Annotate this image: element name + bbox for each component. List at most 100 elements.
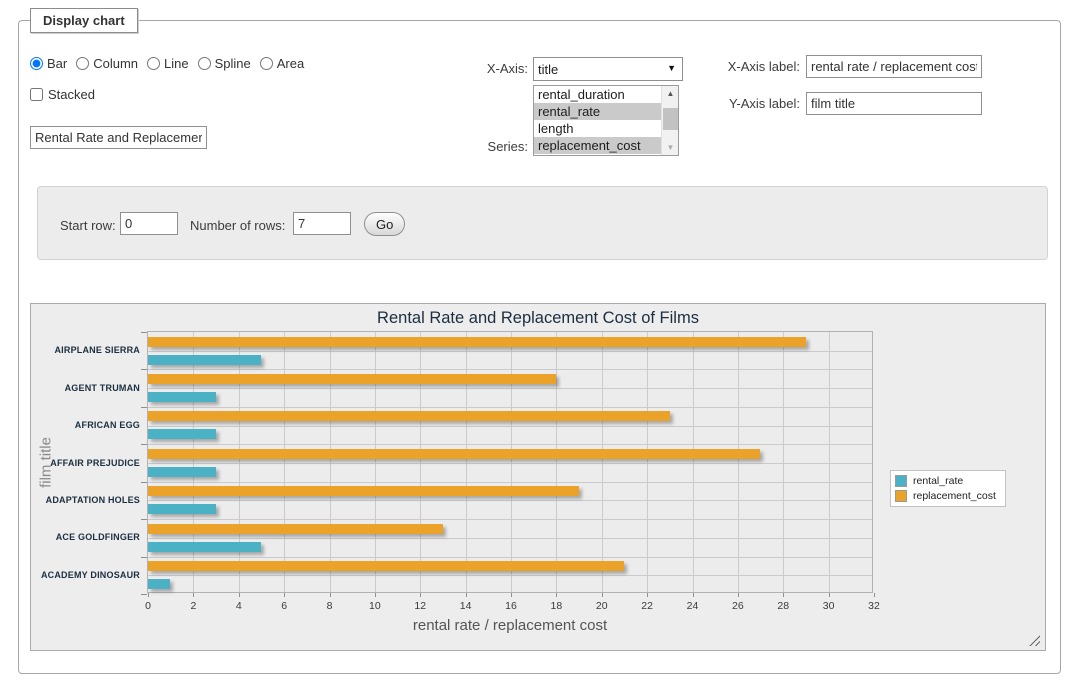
y-axis-label-input[interactable] — [806, 92, 982, 115]
gridline — [738, 332, 739, 592]
x-axis-tick — [284, 593, 285, 597]
bar-replacement_cost — [148, 449, 760, 459]
x-tick-label: 30 — [812, 600, 846, 612]
y-category-label: AGENT TRUMAN — [36, 383, 140, 394]
bar-rental_rate — [148, 467, 216, 477]
x-tick-label: 20 — [585, 600, 619, 612]
chart-title-input[interactable] — [30, 126, 207, 149]
go-button[interactable]: Go — [364, 212, 405, 236]
chart-type-radio-line[interactable]: Line — [147, 56, 189, 71]
series-listbox[interactable]: rental_durationrental_ratelengthreplacem… — [533, 85, 679, 156]
x-axis-tick — [783, 593, 784, 597]
y-axis-label-field-label: Y-Axis label: — [690, 96, 800, 111]
x-axis-select[interactable]: title — [533, 57, 683, 81]
x-axis-tick — [829, 593, 830, 597]
x-axis-tick — [693, 593, 694, 597]
gridline — [148, 575, 872, 576]
x-axis-tick — [647, 593, 648, 597]
resize-grip[interactable] — [1029, 635, 1040, 646]
gridline — [148, 538, 872, 539]
bar-replacement_cost — [148, 561, 624, 571]
gridline — [602, 332, 603, 592]
series-option[interactable]: rental_rate — [534, 103, 661, 120]
y-axis-title: film title — [38, 403, 55, 523]
bar-rental_rate — [148, 542, 261, 552]
radio-bar-label: Bar — [47, 56, 67, 71]
x-axis-select-label: X-Axis: — [440, 61, 528, 76]
number-of-rows-input[interactable] — [293, 212, 351, 235]
radio-line-label: Line — [164, 56, 189, 71]
radio-spline-label: Spline — [215, 56, 251, 71]
radio-spline[interactable] — [198, 57, 211, 70]
x-axis-tick — [738, 593, 739, 597]
radio-column-label: Column — [93, 56, 138, 71]
gridline — [148, 444, 872, 445]
series-listbox-scrollbar[interactable]: ▲ ▼ — [661, 86, 678, 155]
bar-replacement_cost — [148, 374, 556, 384]
gridline — [148, 519, 872, 520]
y-category-label: AIRPLANE SIERRA — [36, 345, 140, 356]
chart-type-radio-column[interactable]: Column — [76, 56, 138, 71]
stacked-checkbox[interactable] — [30, 88, 43, 101]
x-tick-label: 32 — [857, 600, 891, 612]
y-axis-tick — [141, 557, 147, 558]
scroll-down-icon[interactable]: ▼ — [662, 140, 679, 155]
legend-swatch-replacement_cost — [895, 490, 907, 502]
legend-label: rental_rate — [913, 475, 963, 487]
stacked-label: Stacked — [48, 87, 95, 102]
y-axis-tick — [141, 332, 147, 333]
gridline — [375, 332, 376, 592]
start-row-input[interactable] — [120, 212, 178, 235]
x-tick-label: 4 — [222, 600, 256, 612]
y-axis-tick — [141, 407, 147, 408]
gridline — [193, 332, 194, 592]
stacked-checkbox-row[interactable]: Stacked — [30, 87, 95, 102]
x-tick-label: 22 — [630, 600, 664, 612]
x-tick-label: 16 — [494, 600, 528, 612]
x-axis-tick — [466, 593, 467, 597]
x-axis-tick — [420, 593, 421, 597]
legend-label: replacement_cost — [913, 490, 996, 502]
gridline — [148, 463, 872, 464]
x-axis-title: rental rate / replacement cost — [148, 617, 872, 634]
radio-area[interactable] — [260, 57, 273, 70]
scroll-up-icon[interactable]: ▲ — [662, 86, 679, 101]
x-axis-tick — [148, 593, 149, 597]
radio-line[interactable] — [147, 57, 160, 70]
bar-rental_rate — [148, 429, 216, 439]
radio-column[interactable] — [76, 57, 89, 70]
chart-type-radio-bar[interactable]: Bar — [30, 56, 67, 71]
gridline — [511, 332, 512, 592]
gridline — [466, 332, 467, 592]
chart-legend: rental_rate replacement_cost — [890, 470, 1006, 507]
legend-swatch-rental_rate — [895, 475, 907, 487]
chart-plot-area: 02468101214161820222426283032AIRPLANE SI… — [147, 331, 873, 593]
x-axis-label-field-label: X-Axis label: — [690, 59, 800, 74]
series-option[interactable]: length — [534, 120, 661, 137]
series-select-label: Series: — [440, 139, 528, 154]
bar-rental_rate — [148, 504, 216, 514]
x-tick-label: 28 — [766, 600, 800, 612]
x-tick-label: 26 — [721, 600, 755, 612]
chart-type-radio-spline[interactable]: Spline — [198, 56, 251, 71]
gridline — [783, 332, 784, 592]
series-option[interactable]: rental_duration — [534, 86, 661, 103]
y-axis-tick — [141, 482, 147, 483]
page: Display chart Bar Column Line Spline Are… — [0, 0, 1081, 681]
scrollbar-thumb[interactable] — [663, 108, 678, 130]
y-category-label: ACE GOLDFINGER — [36, 532, 140, 543]
x-axis-tick — [556, 593, 557, 597]
gridline — [829, 332, 830, 592]
x-axis-label-input[interactable] — [806, 55, 982, 78]
chart-type-radio-area[interactable]: Area — [260, 56, 304, 71]
y-axis-tick — [141, 369, 147, 370]
number-of-rows-label: Number of rows: — [190, 218, 285, 233]
radio-area-label: Area — [277, 56, 304, 71]
radio-bar[interactable] — [30, 57, 43, 70]
x-axis-select-wrap: title ▼ — [533, 57, 683, 81]
x-tick-label: 14 — [449, 600, 483, 612]
series-option[interactable]: replacement_cost — [534, 137, 661, 154]
gridline — [148, 388, 872, 389]
chart-type-radio-group: Bar Column Line Spline Area — [30, 56, 304, 71]
bar-replacement_cost — [148, 411, 670, 421]
